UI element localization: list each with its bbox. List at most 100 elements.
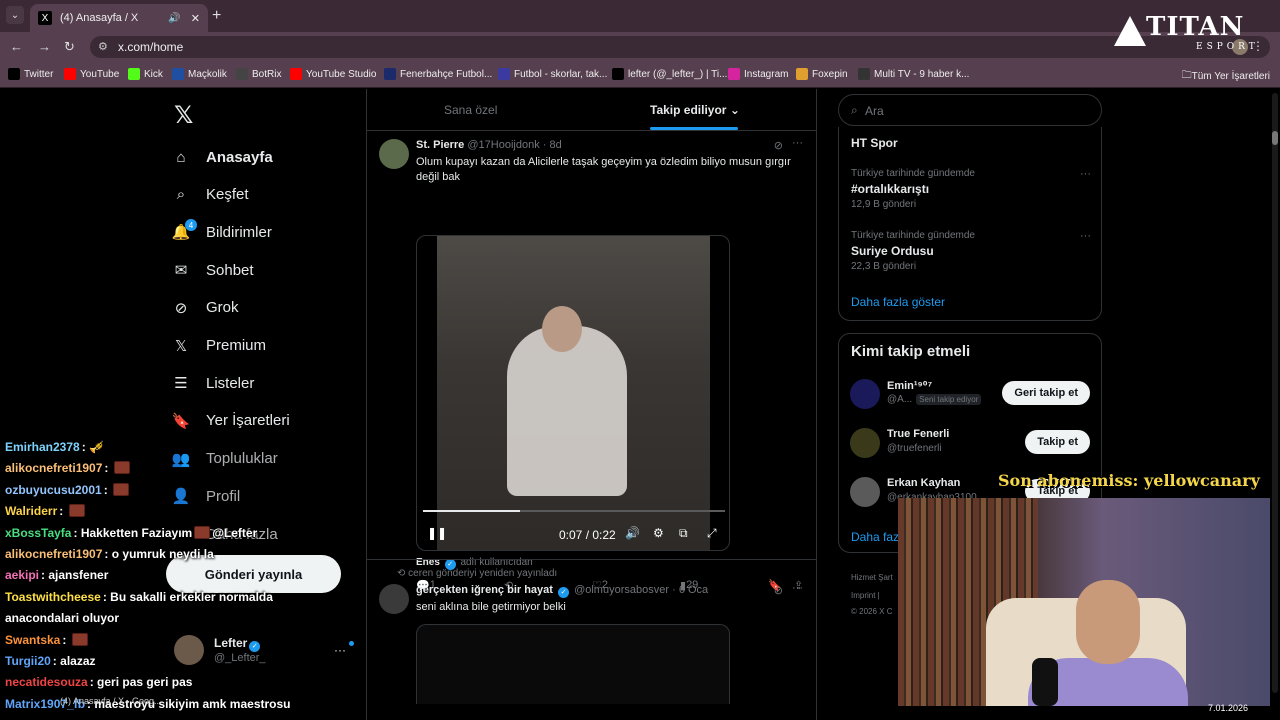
bookmark-item[interactable]: YouTube Studio — [290, 68, 376, 80]
sidebar-item-mail[interactable]: ✉ Sohbet — [170, 254, 360, 286]
chat-username[interactable]: Emirhan2378 — [5, 440, 80, 454]
follow-suggestion[interactable]: Emin¹⁹⁰⁷ @A... Seni takip ediyor Geri tak… — [850, 377, 1090, 417]
grok-icon[interactable]: ⊘ — [774, 139, 783, 152]
taskbar-item[interactable]: (4) Anasayfa / X - Goog... — [60, 696, 162, 706]
page-scrollbar[interactable] — [1272, 93, 1278, 693]
back-icon[interactable]: ← — [10, 39, 23, 54]
trend-count: 22,3 B gönderi — [851, 261, 917, 272]
suggestion-name[interactable]: Erkan Kayhan — [887, 477, 960, 489]
tweet-author-name[interactable]: St. Pierre — [416, 139, 464, 151]
bookmark-item[interactable]: Kick — [128, 68, 163, 80]
footer-link[interactable]: Hizmet Şart — [851, 573, 893, 582]
avatar[interactable] — [379, 584, 409, 614]
x-logo-icon[interactable]: 𝕏 — [174, 101, 193, 130]
tab-following[interactable]: Takip ediliyor ⌄ — [650, 103, 740, 117]
scrollbar-thumb[interactable] — [1272, 131, 1278, 145]
settings-icon[interactable]: ⚙ — [653, 526, 664, 540]
sidebar-item-list[interactable]: ☰ Listeler — [170, 367, 360, 399]
chat-username[interactable]: Walriderr — [5, 504, 57, 518]
trend-top[interactable]: HT Spor — [851, 136, 898, 150]
trend-item[interactable]: Türkiye tarihinde gündemde #ortalıkkarış… — [851, 168, 1091, 210]
trend-more-icon[interactable]: ··· — [1080, 168, 1091, 180]
chat-username[interactable]: aekipi — [5, 568, 39, 582]
bookmark-item[interactable]: Multi TV - 9 haber k... — [858, 68, 969, 80]
chat-username[interactable]: xBossTayfa — [5, 526, 71, 540]
sidebar-item-x[interactable]: 𝕏 Premium — [170, 330, 360, 362]
tweet-author-name[interactable]: gerçekten iğrenç bir hayat — [416, 584, 553, 596]
tweet-more-icon[interactable]: ··· — [792, 137, 803, 149]
sidebar-item-bookmark[interactable]: 🔖 Yer İşaretleri — [170, 405, 360, 437]
tweet[interactable]: St. Pierre @17Hooijdonk · 8d ⊘ ··· Olum … — [367, 131, 817, 592]
browser-tab[interactable]: X (4) Anasayfa / X 🔊 ✕ — [30, 4, 208, 32]
chat-username[interactable]: Swantska — [5, 633, 60, 647]
chat-text: Hakketten Faziayım — [80, 525, 193, 540]
sidebar-item-home[interactable]: ⌂ Anasayfa — [170, 141, 360, 173]
new-tab-button[interactable]: + — [212, 7, 221, 25]
avatar[interactable] — [850, 477, 880, 507]
chat-username[interactable]: alikocnefreti1907 — [5, 547, 102, 561]
sidebar-item-bell[interactable]: 🔔 4 Bildirimler — [170, 216, 360, 248]
follow-button[interactable]: Takip et — [1025, 430, 1090, 454]
trend-more-icon[interactable]: ··· — [1080, 230, 1091, 242]
avatar[interactable] — [379, 139, 409, 169]
chat-username[interactable]: alikocnefreti1907 — [5, 461, 102, 475]
tweet-text: Olum kupayı kazan da Alicilerle taşak ge… — [416, 156, 791, 183]
footer-link[interactable]: Imprint | — [851, 591, 880, 600]
sub-alert: Son abonemiss: yellowcanary — [998, 471, 1260, 490]
video-player[interactable]: ❚❚ 0:07 / 0:22 🔊 ⚙ ⧉ ⤢ — [416, 235, 730, 551]
footer-copyright: © 2026 X C — [851, 607, 893, 616]
show-more-link[interactable]: Daha faz — [851, 530, 899, 544]
suggestion-name[interactable]: True Fenerli — [887, 428, 949, 440]
site-info-icon[interactable]: ⚙ — [98, 40, 108, 53]
tab-search-button[interactable]: ⌄ — [6, 6, 24, 24]
follow-back-button[interactable]: Geri takip et — [1002, 381, 1090, 405]
chat-username[interactable]: ozbuyucusu2001 — [5, 483, 102, 497]
bookmark-item[interactable]: lefter (@_lefter_) | Ti... — [612, 68, 727, 80]
chat-message: alikocnefreti1907: o yumruk neydi la — [5, 547, 214, 561]
bookmark-item[interactable]: Twitter — [8, 68, 53, 80]
close-tab-icon[interactable]: ✕ — [191, 12, 200, 25]
forward-icon[interactable]: → — [38, 39, 51, 54]
tweet-header: gerçekten iğrenç bir hayat ✓ @olmuyorsab… — [416, 584, 709, 598]
pip-icon[interactable]: ⧉ — [679, 526, 688, 541]
chat-username[interactable]: Turgii20 — [5, 654, 51, 668]
url-field[interactable]: ⚙ x.com/home ⋮ — [90, 36, 1270, 58]
bookmark-item[interactable]: Fenerbahçe Futbol... — [384, 68, 492, 80]
bookmark-item[interactable]: Instagram — [728, 68, 788, 80]
search-input[interactable]: ⌕ Ara — [838, 94, 1102, 126]
suggestion-name[interactable]: Emin¹⁹⁰⁷ — [887, 379, 932, 392]
bookmark-item[interactable]: YouTube — [64, 68, 119, 80]
chat-username[interactable]: necatidesouza — [5, 675, 88, 689]
tweet-more-icon[interactable]: ··· — [792, 582, 803, 594]
follow-suggestion[interactable]: True Fenerli @truefenerli Takip et — [850, 426, 1090, 466]
bookmark-item[interactable]: BotRix — [236, 68, 281, 80]
chat-username[interactable]: Toastwithcheese — [5, 590, 101, 604]
tweet-time[interactable]: 8d — [550, 139, 562, 151]
tab-for-you[interactable]: Sana özel — [444, 103, 497, 117]
bookmark-item[interactable]: Futbol - skorlar, tak... — [498, 68, 607, 80]
pause-icon[interactable]: ❚❚ — [427, 526, 447, 540]
fullscreen-icon[interactable]: ⤢ — [707, 526, 717, 541]
reload-icon[interactable]: ↻ — [64, 39, 75, 55]
grok-icon[interactable]: ⊘ — [774, 584, 783, 597]
video-controls: ❚❚ 0:07 / 0:22 🔊 ⚙ ⧉ ⤢ — [417, 522, 729, 546]
chat-separator: : — [81, 440, 90, 454]
speaker-icon[interactable]: 🔊 — [168, 13, 180, 24]
tweet-time[interactable]: 6 Oca — [679, 584, 708, 596]
tweet-author-handle[interactable]: @17Hooijdonk — [467, 139, 539, 151]
bookmark-item[interactable]: Foxepin — [796, 68, 848, 80]
sidebar-item-grok[interactable]: ⊘ Grok — [170, 292, 360, 324]
volume-icon[interactable]: 🔊 — [625, 526, 640, 540]
avatar[interactable] — [850, 428, 880, 458]
tweet-author-handle[interactable]: @olmuyorsabosver — [574, 584, 669, 596]
sidebar-item-label: Grok — [206, 299, 239, 317]
trend-item[interactable]: Türkiye tarihinde gündemde Suriye Ordusu… — [851, 230, 1091, 272]
all-bookmarks-folder[interactable]: 🗀 Tüm Yer İşaretleri — [1182, 68, 1270, 85]
avatar[interactable] — [850, 379, 880, 409]
brand-sub: ESPORT — [1196, 42, 1259, 52]
video-progress-bar[interactable] — [423, 510, 725, 512]
show-more-link[interactable]: Daha fazla göster — [851, 295, 945, 309]
bookmark-label: Foxepin — [812, 68, 848, 80]
bookmark-item[interactable]: Maçkolik — [172, 68, 227, 80]
sidebar-item-search[interactable]: ⌕ Keşfet — [170, 179, 360, 211]
